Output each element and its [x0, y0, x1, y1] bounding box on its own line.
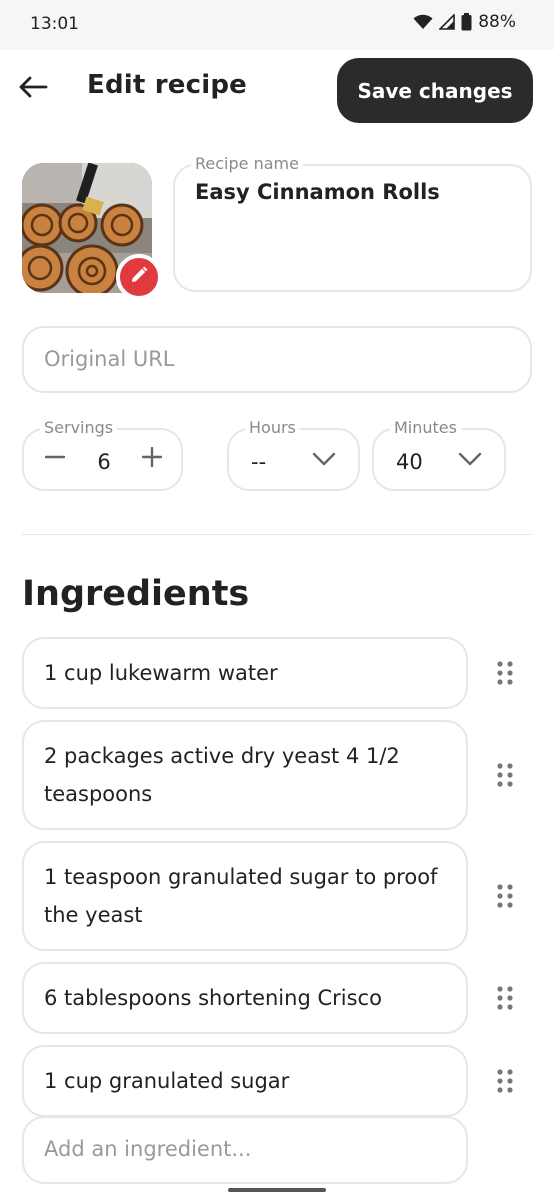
ingredient-row: 2 packages active dry yeast 4 1/2 teaspo… — [22, 720, 532, 830]
status-bar: 13:01 88% — [0, 0, 554, 50]
drag-handle-icon[interactable] — [496, 985, 514, 1011]
minus-icon — [44, 447, 66, 471]
recipe-name-value: Easy Cinnamon Rolls — [195, 180, 440, 204]
wifi-icon — [413, 14, 433, 30]
servings-stepper: Servings 6 — [22, 418, 183, 491]
hours-select[interactable]: Hours -- — [227, 418, 360, 491]
recipe-name-label: Recipe name — [191, 154, 303, 173]
section-divider — [22, 534, 532, 535]
recipe-name-field[interactable]: Recipe name Easy Cinnamon Rolls — [173, 154, 532, 292]
chevron-down-icon — [458, 451, 482, 471]
ingredient-list: 1 cup lukewarm water 2 packages active d… — [22, 637, 532, 1128]
back-button[interactable] — [14, 70, 52, 108]
ingredient-input[interactable]: 2 packages active dry yeast 4 1/2 teaspo… — [22, 720, 468, 830]
increment-button[interactable] — [137, 444, 167, 474]
drag-handle-icon[interactable] — [496, 660, 514, 686]
edit-photo-button[interactable] — [116, 254, 162, 300]
decrement-button[interactable] — [40, 444, 70, 474]
minutes-label: Minutes — [390, 418, 461, 437]
ingredient-row: 1 cup lukewarm water — [22, 637, 532, 709]
add-ingredient-placeholder: Add an ingredient... — [44, 1137, 252, 1161]
servings-label: Servings — [40, 418, 118, 437]
ingredient-row: 1 cup granulated sugar — [22, 1045, 532, 1117]
hours-label: Hours — [245, 418, 300, 437]
hours-value: -- — [251, 450, 267, 474]
ingredients-title: Ingredients — [22, 574, 250, 614]
drag-handle-icon[interactable] — [496, 883, 514, 909]
pencil-icon — [130, 266, 148, 288]
add-ingredient-field[interactable]: Add an ingredient... — [22, 1116, 468, 1184]
drag-handle-icon[interactable] — [496, 1068, 514, 1094]
chevron-down-icon — [312, 451, 336, 471]
status-icons: 88% — [413, 12, 516, 32]
original-url-field[interactable]: Original URL — [22, 326, 532, 393]
status-time: 13:01 — [30, 14, 79, 34]
page-title: Edit recipe — [87, 70, 247, 100]
drag-handle-icon[interactable] — [496, 762, 514, 788]
original-url-placeholder: Original URL — [44, 347, 175, 371]
ingredient-input[interactable]: 6 tablespoons shortening Crisco — [22, 962, 468, 1034]
save-changes-button[interactable]: Save changes — [337, 58, 533, 123]
ingredient-input[interactable]: 1 teaspoon granulated sugar to proof the… — [22, 841, 468, 951]
servings-value: 6 — [97, 450, 111, 474]
arrow-left-icon — [18, 75, 48, 103]
plus-icon — [141, 446, 163, 471]
battery-level: 88% — [478, 12, 516, 32]
ingredient-input[interactable]: 1 cup lukewarm water — [22, 637, 468, 709]
cell-signal-icon — [439, 14, 456, 30]
battery-icon — [461, 13, 472, 31]
minutes-select[interactable]: Minutes 40 — [372, 418, 506, 491]
ingredient-row: 6 tablespoons shortening Crisco — [22, 962, 532, 1034]
ingredient-input[interactable]: 1 cup granulated sugar — [22, 1045, 468, 1117]
ingredient-row: 1 teaspoon granulated sugar to proof the… — [22, 841, 532, 951]
minutes-value: 40 — [396, 450, 423, 474]
gesture-nav-bar[interactable] — [228, 1188, 326, 1192]
